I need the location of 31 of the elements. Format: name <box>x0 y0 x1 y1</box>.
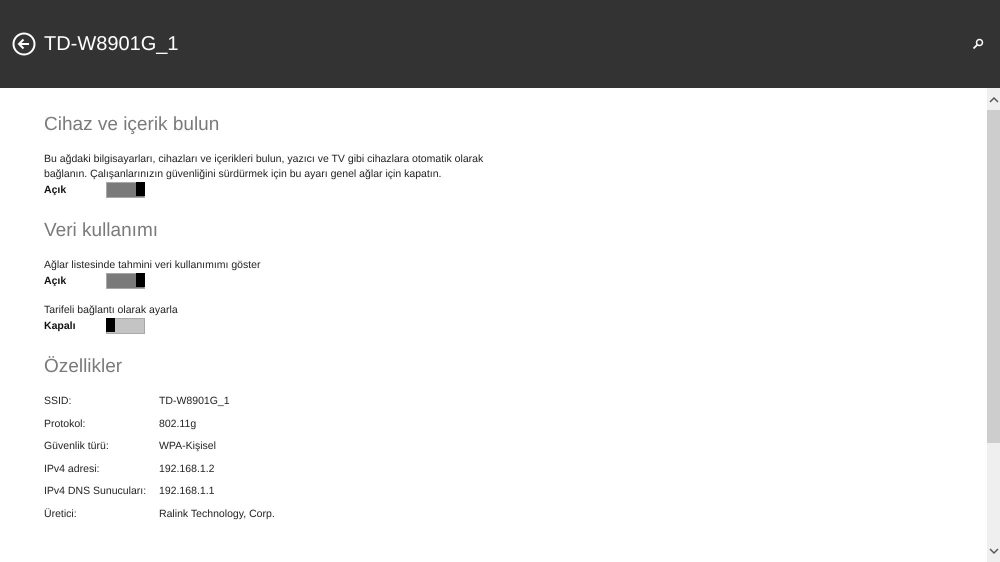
section-heading: Veri kullanımı <box>44 219 160 243</box>
setting-description: Ağlar listesinde tahmini veri kullanımımı göster <box>44 258 262 273</box>
page-title: TD-W8901G_1 <box>44 32 180 56</box>
section-heading: Cihaz ve içerik bulun <box>44 113 220 137</box>
property-label: IPv4 DNS Sunucuları: <box>44 484 148 499</box>
scrollbar-thumb[interactable] <box>987 110 1000 443</box>
property-label: Güvenlik türü: <box>44 439 110 454</box>
toggle-state-label: Açık <box>44 184 68 196</box>
property-value: 802.11g <box>159 416 198 432</box>
property-label: IPv4 adresi: <box>44 462 100 476</box>
toggle-state-label: Açık <box>44 275 68 287</box>
toggle-switch[interactable] <box>106 273 145 289</box>
property-value: TD-W8901G_1 <box>159 394 231 409</box>
setting-description: Bu ağdaki bilgisayarları, cihazları ve içerikleri bulun, yazıcı ve TV gibi cihazlara otomatik olarak bağlanın. Çalışanlarınızın güvenliğini sürdürmek için bu ayarı genel ağlar için kapatın. <box>44 152 484 182</box>
back-button[interactable] <box>12 32 36 56</box>
toggle-state-label: Kapalı <box>44 320 77 332</box>
back-icon <box>12 32 36 56</box>
property-value: 192.168.1.1 <box>159 484 216 499</box>
property-value: 192.168.1.2 <box>159 462 216 476</box>
property-label: SSID: <box>44 394 72 409</box>
setting-description: Tarifeli bağlantı olarak ayarla <box>44 303 179 318</box>
toggle-switch[interactable] <box>106 318 145 334</box>
search-icon <box>972 38 984 50</box>
property-label: Protokol: <box>44 416 86 432</box>
property-value: WPA-Kişisel <box>159 439 217 454</box>
scrollbar[interactable] <box>987 88 1000 562</box>
property-value: Ralink Technology, Corp. <box>159 506 275 522</box>
section-heading: Özellikler <box>44 355 124 379</box>
property-label: Üretici: <box>44 506 78 522</box>
toggle-switch[interactable] <box>106 182 145 198</box>
search-button[interactable] <box>972 38 984 50</box>
